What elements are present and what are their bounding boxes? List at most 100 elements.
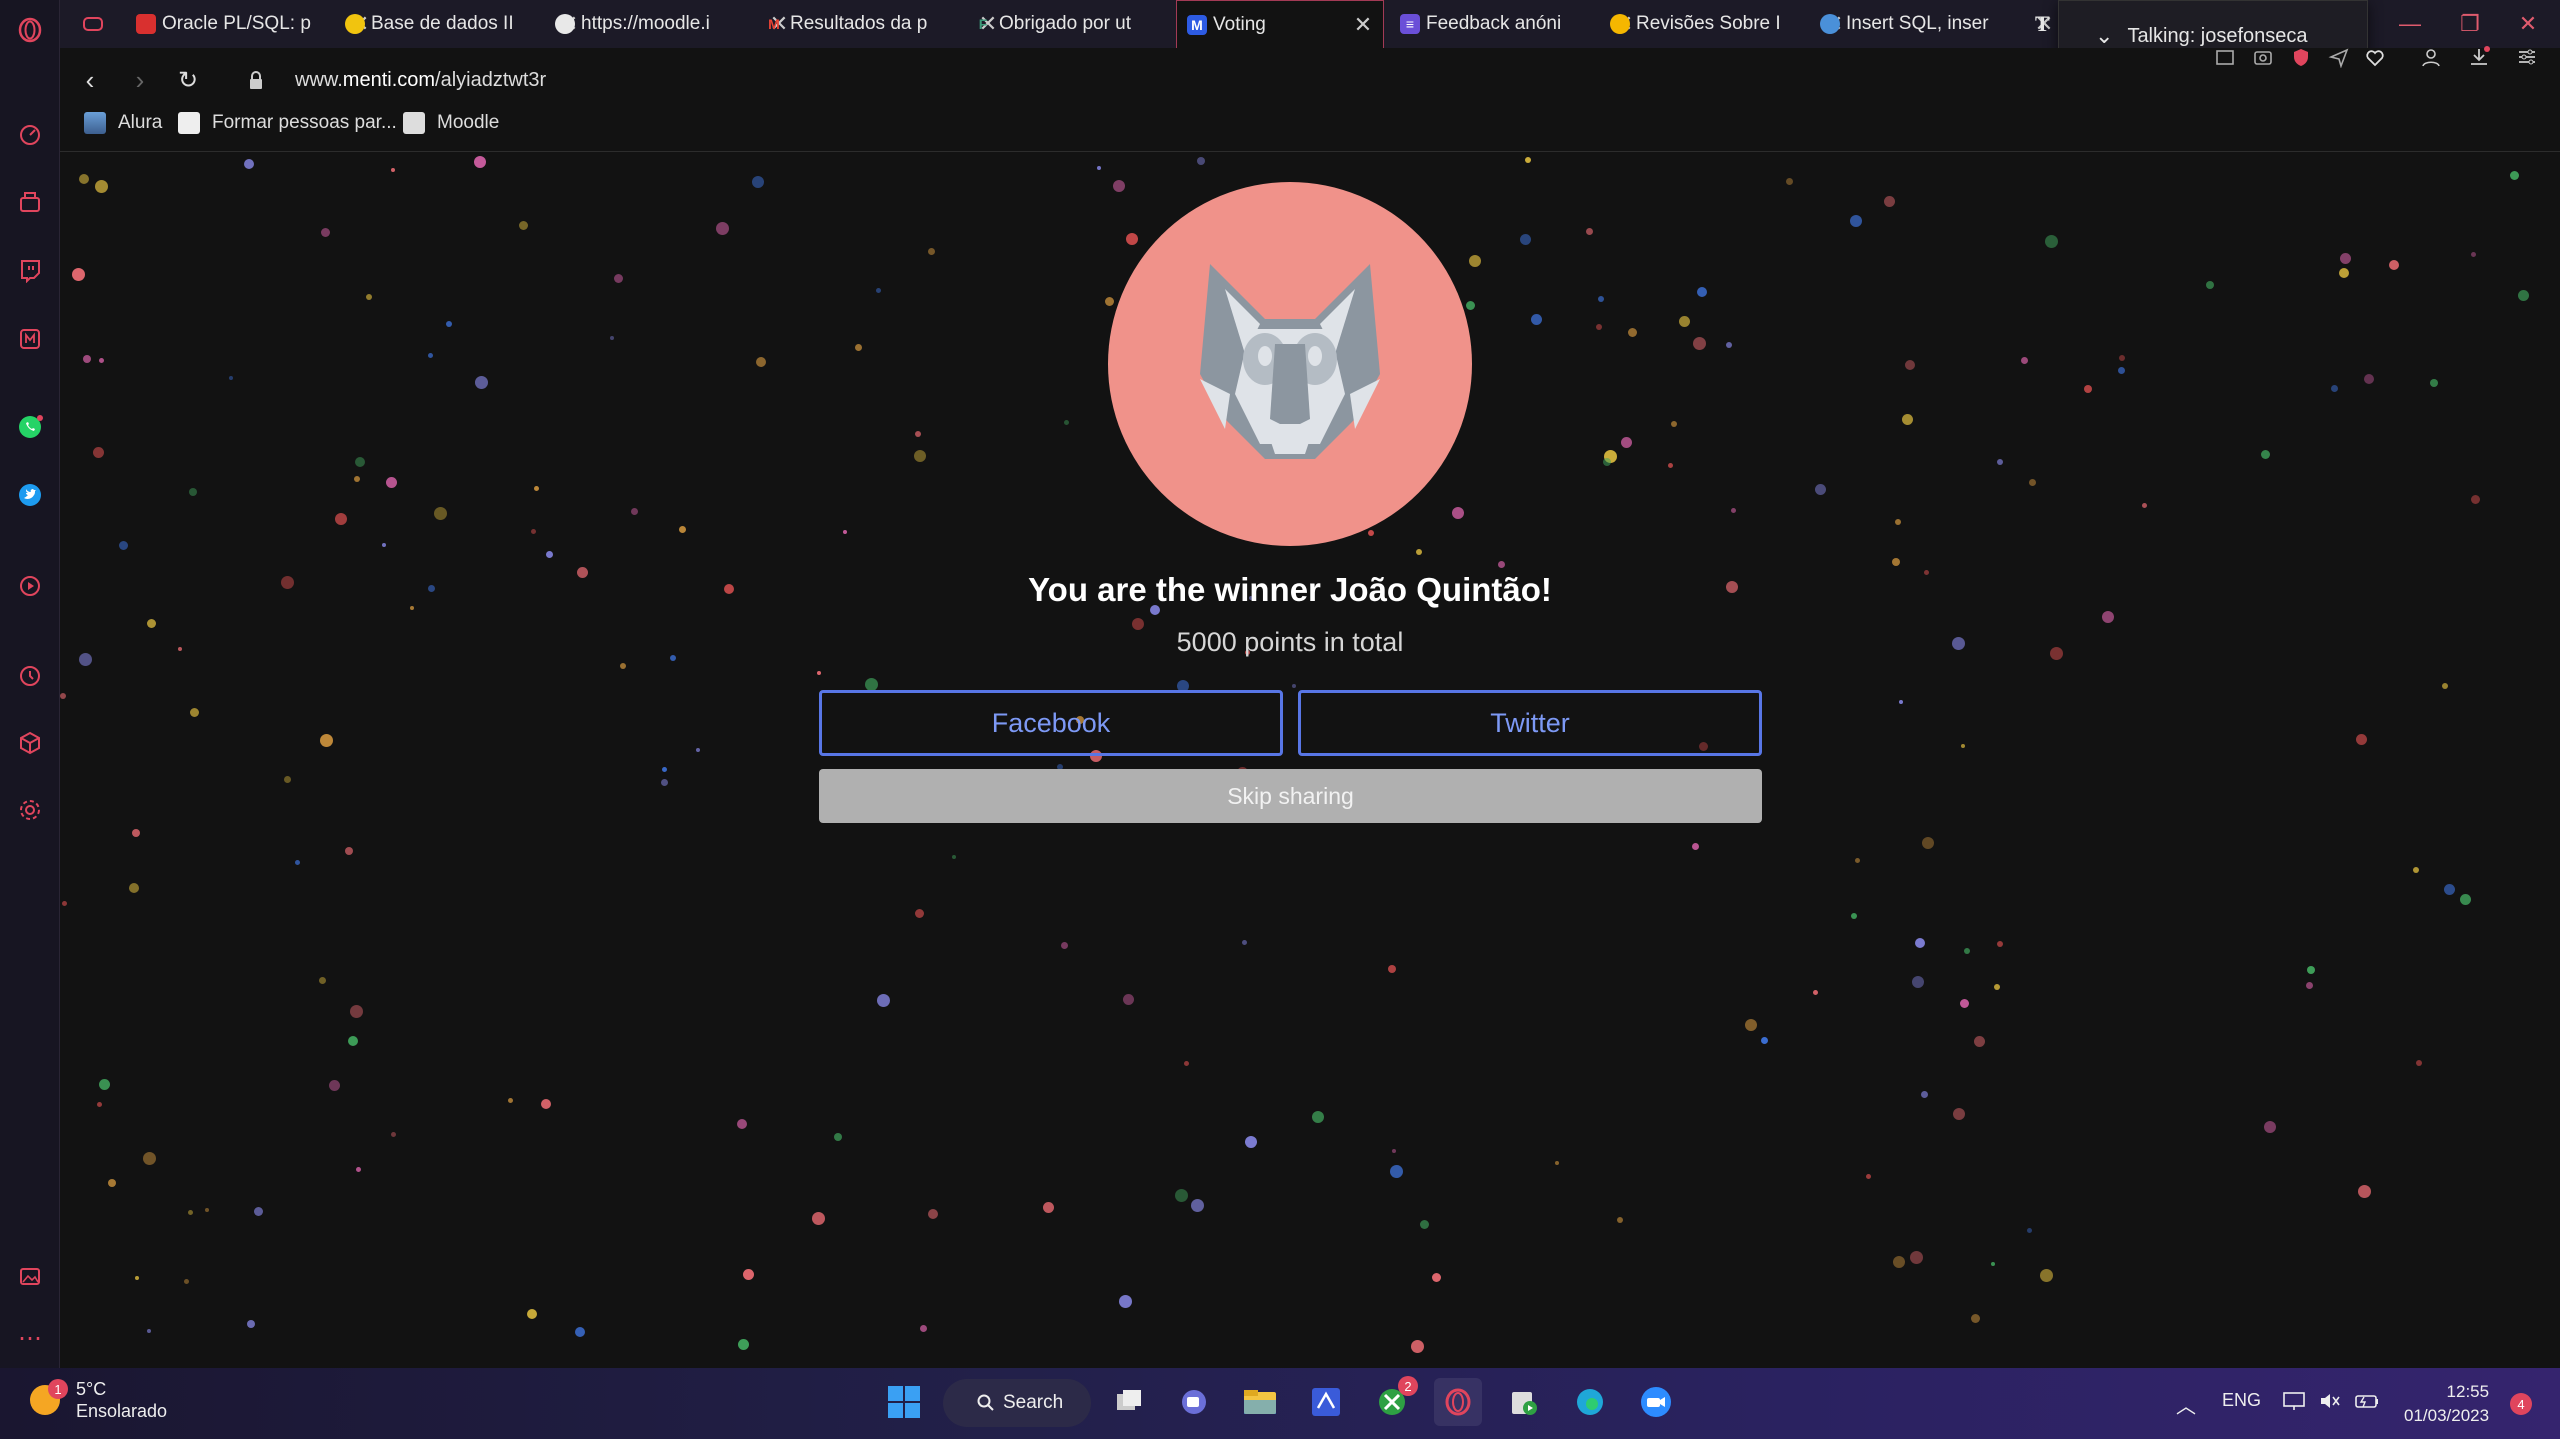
- confetti-dot: [743, 1269, 754, 1280]
- confetti-dot: [2364, 374, 2374, 384]
- speaker-muted-icon[interactable]: [2318, 1390, 2342, 1417]
- visual-studio-icon[interactable]: [1302, 1378, 1350, 1426]
- opera-gx-icon[interactable]: [1434, 1378, 1482, 1426]
- url-field[interactable]: www. menti.com/alyiadztwt3r: [295, 62, 546, 98]
- chevron-down-icon[interactable]: ⌄: [2095, 23, 2113, 49]
- base-dados-favicon-icon: [345, 14, 365, 34]
- file-explorer-icon[interactable]: [1236, 1378, 1284, 1426]
- reload-icon[interactable]: ↻: [170, 62, 206, 98]
- confetti-dot: [1586, 228, 1593, 235]
- gmail-favicon-icon: M: [768, 16, 780, 32]
- url-prefix: www.: [295, 68, 343, 91]
- taskbar-search[interactable]: Search: [943, 1379, 1091, 1427]
- account-icon[interactable]: [2416, 42, 2446, 72]
- download-icon[interactable]: [2464, 42, 2494, 72]
- confetti-dot: [1866, 1174, 1871, 1179]
- confetti-dot: [132, 829, 140, 837]
- shield-icon[interactable]: [2286, 42, 2316, 72]
- heart-icon[interactable]: [2360, 42, 2390, 72]
- confetti-dot: [348, 1036, 358, 1046]
- confetti-dot: [534, 486, 539, 491]
- confetti-dot: [610, 336, 614, 340]
- language-indicator[interactable]: ENG: [2222, 1390, 2261, 1411]
- confetti-dot: [843, 530, 847, 534]
- task-view-icon[interactable]: [1105, 1378, 1153, 1426]
- history-icon[interactable]: [12, 658, 48, 694]
- weather-badge: 1: [48, 1379, 68, 1399]
- confetti-dot: [1974, 1036, 1985, 1047]
- tab-label: Insert SQL, inser: [1846, 13, 1989, 34]
- confetti-dot: [914, 450, 926, 462]
- weather-widget[interactable]: 1 5°C Ensolarado: [30, 1378, 167, 1422]
- system-clock[interactable]: 12:55 01/03/2023: [2404, 1380, 2489, 1428]
- confetti-dot: [2029, 479, 2036, 486]
- restore-icon[interactable]: ❐: [2450, 8, 2490, 40]
- confetti-dot: [2261, 450, 2270, 459]
- twitter-share-button[interactable]: Twitter: [1298, 690, 1762, 756]
- back-icon[interactable]: ‹: [72, 62, 108, 98]
- camera-icon[interactable]: [2248, 42, 2278, 72]
- bookmark-moodle[interactable]: Moodle: [403, 108, 499, 138]
- confetti-dot: [2307, 966, 2315, 974]
- url-domain: menti.com: [342, 68, 436, 91]
- confetti-dot: [434, 507, 447, 520]
- settings-gear-icon[interactable]: [12, 792, 48, 828]
- forward-icon[interactable]: ›: [122, 62, 158, 98]
- battery-icon[interactable]: [2354, 1390, 2380, 1417]
- whatsapp-icon[interactable]: [12, 409, 48, 445]
- speed-dial-icon[interactable]: [12, 116, 48, 152]
- confetti-dot: [2045, 235, 2058, 248]
- media-app-icon[interactable]: [1500, 1378, 1548, 1426]
- confetti-dot: [319, 977, 326, 984]
- confetti-dot: [1452, 507, 1464, 519]
- confetti-dot: [2340, 253, 2351, 264]
- workspace-switch-icon[interactable]: [72, 0, 118, 48]
- confetti-dot: [756, 357, 766, 367]
- confetti-dot: [2119, 355, 2125, 361]
- teams-chat-icon[interactable]: [1170, 1378, 1218, 1426]
- easy-setup-icon[interactable]: [2512, 42, 2542, 72]
- gallery-icon[interactable]: [12, 1258, 48, 1294]
- tab-voting[interactable]: M Voting ✕: [1176, 0, 1384, 48]
- confetti-dot: [662, 767, 667, 772]
- notification-count-badge[interactable]: 4: [2510, 1393, 2532, 1415]
- minimize-icon[interactable]: —: [2390, 8, 2430, 40]
- opera-logo-icon[interactable]: [12, 12, 48, 48]
- bookmark-formar-pessoas[interactable]: Formar pessoas par...: [178, 108, 397, 138]
- zoom-icon[interactable]: [1632, 1378, 1680, 1426]
- more-options-icon[interactable]: ⋯: [12, 1320, 48, 1356]
- confetti-dot: [2389, 260, 2399, 270]
- player-icon[interactable]: [12, 568, 48, 604]
- bookmark-alura[interactable]: Alura: [84, 108, 162, 138]
- confetti-dot: [320, 734, 333, 747]
- skip-sharing-button[interactable]: Skip sharing: [819, 769, 1762, 823]
- edge-icon[interactable]: [1566, 1378, 1614, 1426]
- confetti-dot: [143, 1152, 156, 1165]
- twitter-icon[interactable]: [12, 477, 48, 513]
- windows-start-icon[interactable]: [880, 1378, 928, 1426]
- extensions-icon[interactable]: [12, 321, 48, 357]
- confetti-dot: [1910, 1251, 1923, 1264]
- xbox-icon[interactable]: 2: [1368, 1376, 1418, 1426]
- confetti-dot: [1851, 913, 1857, 919]
- confetti-dot: [1119, 1295, 1132, 1308]
- close-window-icon[interactable]: ✕: [2508, 8, 2548, 40]
- send-icon[interactable]: [2324, 42, 2354, 72]
- confetti-dot: [475, 376, 488, 389]
- url-path: /alyiadztwt3r: [435, 68, 547, 91]
- network-icon[interactable]: [2282, 1390, 2306, 1417]
- confetti-dot: [2430, 379, 2438, 387]
- confetti-dot: [1097, 166, 1101, 170]
- confetti-dot: [1997, 459, 2003, 465]
- confetti-dot: [1420, 1220, 1429, 1229]
- twitch-icon[interactable]: [12, 252, 48, 288]
- confetti-dot: [2306, 982, 2313, 989]
- facebook-share-button[interactable]: Facebook: [819, 690, 1283, 756]
- close-tab-icon[interactable]: ✕: [1353, 12, 1373, 38]
- snapshot-icon[interactable]: [2210, 42, 2240, 72]
- workspace-icon[interactable]: [12, 184, 48, 220]
- chevron-up-icon[interactable]: ︿: [2176, 1390, 2196, 1419]
- cube-icon[interactable]: [12, 725, 48, 761]
- confetti-dot: [184, 1279, 189, 1284]
- confetti-dot: [738, 1339, 749, 1350]
